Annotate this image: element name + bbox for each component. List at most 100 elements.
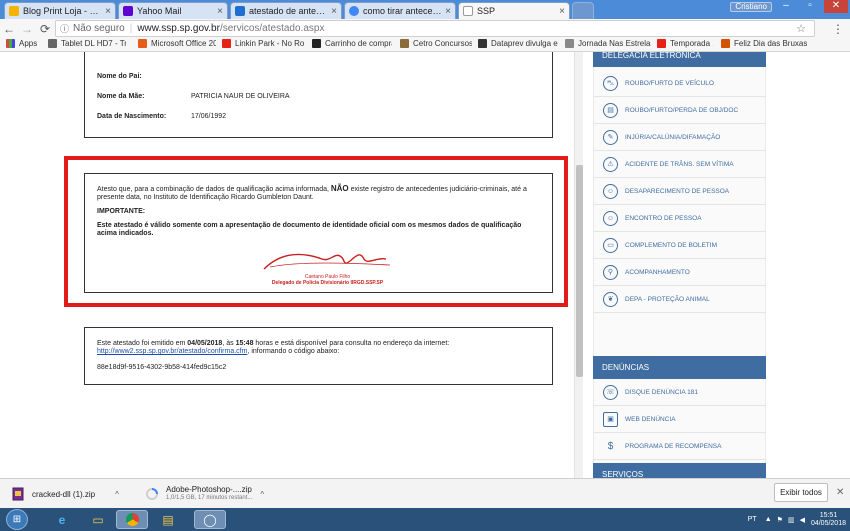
chrome-icon[interactable] xyxy=(116,510,148,529)
taskbar: ⊞ e ▭ ▤ ▦ ◯ PT ▲ ⚑ ▥ ◀ 15:51 04/05/2018 xyxy=(0,508,850,531)
sidebar-item-recompensa[interactable]: $ PROGRAMA DE RECOMPENSA xyxy=(593,433,766,460)
clock[interactable]: 15:51 04/05/2018 xyxy=(811,512,846,528)
clock-time: 15:51 xyxy=(819,511,838,519)
chevron-up-icon[interactable]: ^ xyxy=(115,490,119,499)
close-window-icon[interactable]: ✕ xyxy=(824,0,848,13)
reload-icon[interactable]: ⟳ xyxy=(36,22,54,36)
confirm-link[interactable]: http://www2.ssp.sp.gov.br/atestado/confi… xyxy=(97,348,247,355)
clock-date: 04/05/2018 xyxy=(810,519,846,527)
forward-icon[interactable]: → xyxy=(18,22,36,36)
tab-atestado[interactable]: atestado de antecedente × xyxy=(230,2,342,19)
chevron-up-icon[interactable]: ^ xyxy=(260,490,264,499)
language-indicator[interactable]: PT xyxy=(748,516,757,523)
sidebar-item-web-denuncia[interactable]: ▣ WEB DENÚNCIA xyxy=(593,406,766,433)
tray-arrow-icon[interactable]: ▲ xyxy=(765,516,772,523)
sidebar-item-label: ACIDENTE DE TRÂNS. SEM VÍTIMA xyxy=(625,160,734,168)
signature: Caetano Paulo Filho Delegado de Polícia … xyxy=(260,247,395,287)
sidebar-item-roubo-objeto[interactable]: ▤ ROUBO/FURTO/PERDA DE OBJ/DOC xyxy=(593,97,766,124)
mother-value: PATRICIA NAUR DE OLIVEIRA xyxy=(191,93,290,100)
back-icon[interactable]: ← xyxy=(0,22,18,36)
page-icon xyxy=(478,39,487,48)
bookmark-label: Apps xyxy=(19,39,38,48)
bookmark-item[interactable]: Temporada 1 xyxy=(657,39,713,48)
bookmark-item[interactable]: Dataprev divulga ed xyxy=(478,39,558,48)
bookmark-label: Microsoft Office 201 xyxy=(151,39,216,48)
signature-stroke xyxy=(263,253,391,270)
bookmark-item[interactable]: Carrinho de compra xyxy=(312,39,392,48)
close-icon[interactable]: × xyxy=(445,6,451,17)
sidebar-item-label: COMPLEMENTO DE BOLETIM xyxy=(625,241,717,249)
scrollbar-thumb[interactable] xyxy=(576,165,583,377)
minimize-icon[interactable]: – xyxy=(774,0,798,13)
volume-icon[interactable]: ◀ xyxy=(800,516,805,524)
download-bar: cracked-dll (1).zip ^ Adobe-Photoshop-..… xyxy=(0,478,850,508)
tab-ssp[interactable]: SSP × xyxy=(458,2,570,19)
sidebar-item-roubo-veiculo[interactable]: ⛍ ROUBO/FURTO DE VEÍCULO xyxy=(593,70,766,97)
start-button[interactable]: ⊞ xyxy=(6,509,28,530)
info-icon[interactable]: ⓘ xyxy=(60,22,69,35)
show-all-downloads-button[interactable]: Exibir todos xyxy=(774,483,828,502)
emission-pre: Este atestado foi emitido em xyxy=(97,340,188,347)
sidebar-item-label: ROUBO/FURTO DE VEÍCULO xyxy=(625,79,714,87)
sidebar-item-desaparecimento[interactable]: ☺ DESAPARECIMENTO DE PESSOA xyxy=(593,178,766,205)
ie-icon[interactable]: e xyxy=(46,510,78,529)
maximize-icon[interactable]: ▫ xyxy=(798,0,822,13)
close-icon[interactable]: × xyxy=(217,6,223,17)
search-app-icon[interactable]: ◯ xyxy=(194,510,226,529)
father-label: Nome do Pai: xyxy=(97,73,142,80)
new-tab-button[interactable] xyxy=(572,2,594,19)
mother-label: Nome da Mãe: xyxy=(97,93,145,100)
windows-explorer-icon[interactable]: ▤ xyxy=(152,510,184,529)
yahoo-icon xyxy=(123,6,133,16)
close-icon[interactable]: × xyxy=(559,6,565,17)
sidebar-item-complemento[interactable]: ▭ COMPLEMENTO DE BOLETIM xyxy=(593,232,766,259)
sidebar-item-acidente[interactable]: ⚠ ACIDENTE DE TRÂNS. SEM VÍTIMA xyxy=(593,151,766,178)
network-icon[interactable]: ▥ xyxy=(788,516,795,524)
address-bar[interactable]: ⓘ Não seguro | www.ssp.sp.gov.br/servico… xyxy=(55,20,815,37)
money-icon: $ xyxy=(607,440,614,452)
flag-icon[interactable]: ⚑ xyxy=(777,516,783,524)
tab-blog-print-loja[interactable]: Blog Print Loja - Google × xyxy=(4,2,116,19)
car-crash-icon: ⚠ xyxy=(603,156,618,172)
download-item[interactable]: cracked-dll (1).zip ^ xyxy=(12,483,119,505)
bookmark-item[interactable]: Tablet DL HD7 - Tra xyxy=(48,39,126,48)
sidebar-item-label: PROGRAMA DE RECOMPENSA xyxy=(625,442,722,450)
bookmark-item[interactable]: Linkin Park - No Ro xyxy=(222,39,304,48)
tab-como-tirar[interactable]: como tirar antecedentes × xyxy=(344,2,456,19)
bookmark-apps[interactable]: Apps xyxy=(6,39,46,48)
google-icon xyxy=(349,6,359,16)
page-icon xyxy=(400,39,409,48)
attestation-text: Atesto que, para a combinação de dados d… xyxy=(97,185,540,202)
folder-icon[interactable]: ▭ xyxy=(82,510,114,529)
menu-icon[interactable]: ⋮ xyxy=(832,22,844,36)
tab-label: Yahoo Mail xyxy=(137,6,182,16)
sidebar-item-encontro[interactable]: ☺ ENCONTRO DE PESSOA xyxy=(593,205,766,232)
birth-value: 17/06/1992 xyxy=(191,113,227,120)
tab-yahoo-mail[interactable]: Yahoo Mail × xyxy=(118,2,228,19)
close-icon[interactable]: × xyxy=(105,6,111,17)
download-item[interactable]: Adobe-Photoshop-....zip 1,0/1,5 GB, 17 m… xyxy=(146,483,264,505)
scrollbar[interactable] xyxy=(574,52,583,478)
sidebar-item-acompanhamento[interactable]: ⚲ ACOMPANHAMENTO xyxy=(593,259,766,286)
bookmark-label: Dataprev divulga ed xyxy=(491,39,558,48)
close-icon[interactable]: × xyxy=(331,6,337,17)
bookmark-label: Jornada Nas Estrelas xyxy=(578,39,651,48)
birth-label: Data de Nascimento: xyxy=(97,113,167,120)
system-tray: PT ▲ ⚑ ▥ ◀ 15:51 04/05/2018 xyxy=(748,508,846,531)
tab-strip: Blog Print Loja - Google × Yahoo Mail × … xyxy=(0,0,850,19)
url-host: www.ssp.sp.gov.br xyxy=(137,23,220,34)
sidebar-item-depa[interactable]: ❦ DEPA - PROTEÇÃO ANIMAL xyxy=(593,286,766,313)
web-icon: ▣ xyxy=(603,411,618,427)
emission-time: 15:48 xyxy=(235,340,254,347)
browser-toolbar: ← → ⟳ ⓘ Não seguro | www.ssp.sp.gov.br/s… xyxy=(0,19,850,38)
bookmark-item[interactable]: Jornada Nas Estrelas xyxy=(565,39,651,48)
bookmark-item[interactable]: Cetro Concursos xyxy=(400,39,472,48)
bookmark-item[interactable]: Feliz Dia das Bruxas! xyxy=(721,39,807,48)
profile-name[interactable]: Cristiano xyxy=(730,2,772,12)
star-icon[interactable]: ☆ xyxy=(796,22,806,35)
sidebar-item-disque-denuncia[interactable]: ☏ DISQUE DENÚNCIA 181 xyxy=(593,379,766,406)
sidebar-head-delegacia: DELEGACIA ELETRÔNICA xyxy=(593,52,766,67)
bookmark-item[interactable]: Microsoft Office 201 xyxy=(138,39,216,48)
close-icon[interactable]: ✕ xyxy=(836,487,844,498)
sidebar-item-injuria[interactable]: ✎ INJÚRIA/CALÚNIA/DIFAMAÇÃO xyxy=(593,124,766,151)
